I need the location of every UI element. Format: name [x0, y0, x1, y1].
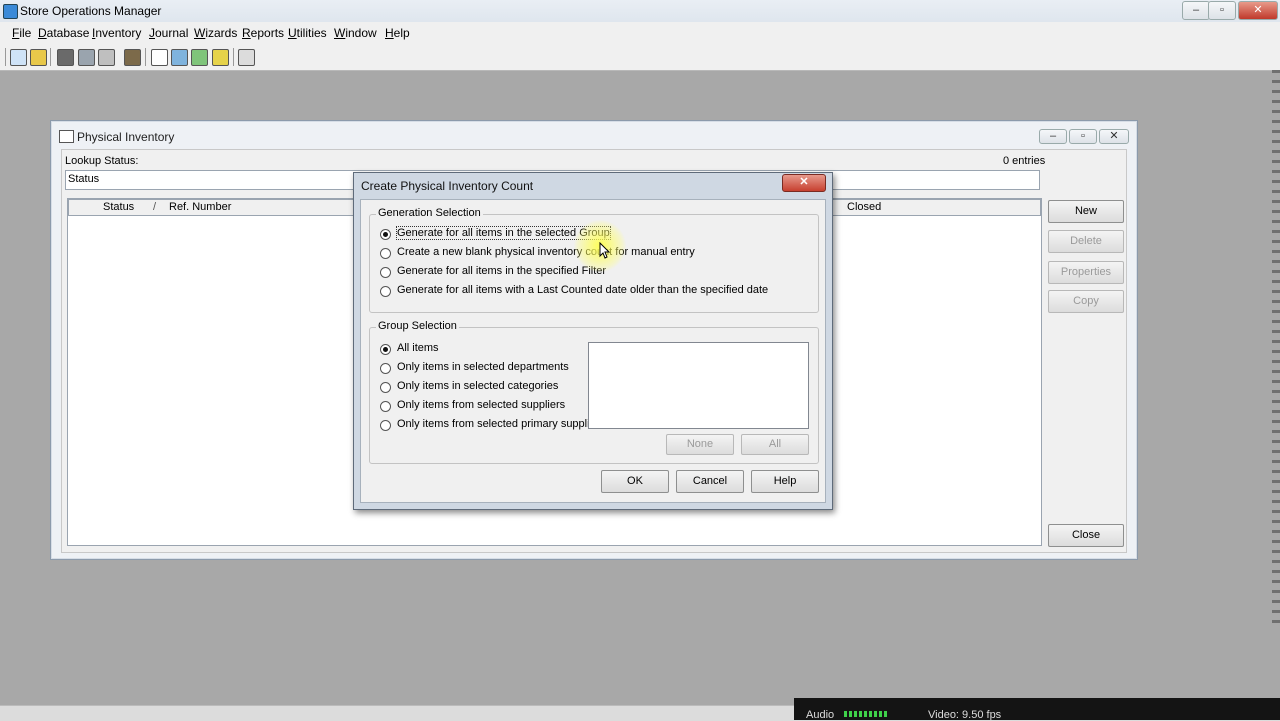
help-button[interactable]: Help — [751, 470, 819, 493]
menu-wizards[interactable]: Wizards — [194, 26, 237, 40]
column-ref-number[interactable]: Ref. Number — [169, 201, 231, 213]
toolbar-grip — [5, 48, 6, 66]
delete-button[interactable]: Delete — [1048, 230, 1124, 253]
group-selection-group: Group Selection All items Only items in … — [369, 320, 819, 464]
app-close-button[interactable]: ✕ — [1238, 1, 1278, 20]
radio-button[interactable] — [380, 401, 391, 412]
pi-minimize-button[interactable]: – — [1039, 129, 1067, 144]
menu-journal[interactable]: Journal — [149, 26, 188, 40]
radio-button[interactable] — [380, 382, 391, 393]
minimize-button[interactable]: – — [1182, 1, 1210, 20]
export-icon[interactable] — [171, 49, 188, 66]
group-option-primary-suppliers-label: Only items from selected primary supplie… — [397, 418, 605, 430]
ok-button[interactable]: OK — [601, 470, 669, 493]
edit-icon[interactable] — [10, 49, 27, 66]
menu-file[interactable]: File — [12, 26, 31, 40]
all-button[interactable]: All — [741, 434, 809, 455]
window-title: Physical Inventory — [77, 130, 175, 144]
box-icon[interactable] — [124, 49, 141, 66]
group-items-list[interactable] — [588, 342, 809, 429]
database-icon[interactable] — [78, 49, 95, 66]
report-icon[interactable] — [238, 49, 255, 66]
menu-help[interactable]: Help — [385, 26, 410, 40]
group-option-suppliers-label: Only items from selected suppliers — [397, 399, 566, 411]
lock-icon[interactable] — [30, 49, 47, 66]
window-icon — [59, 130, 74, 143]
none-button[interactable]: None — [666, 434, 734, 455]
lookup-status-label: Lookup Status: — [65, 155, 139, 167]
column-closed[interactable]: Closed — [847, 201, 881, 213]
recorder-audio-label: Audio — [806, 709, 835, 721]
dialog-title: Create Physical Inventory Count — [361, 179, 534, 193]
radio-button[interactable] — [380, 363, 391, 374]
pi-restore-button[interactable]: ▫ — [1069, 129, 1097, 144]
menu-window[interactable]: Window — [334, 26, 377, 40]
toolbar-separator — [145, 48, 146, 66]
radio-button[interactable] — [380, 420, 391, 431]
radio-button[interactable] — [380, 229, 391, 240]
radio-button[interactable] — [380, 344, 391, 355]
menu-inventory[interactable]: Inventory — [92, 26, 141, 40]
group-option-categories-label: Only items in selected categories — [397, 380, 559, 392]
group-option-all-label: All items — [397, 342, 439, 354]
cancel-button[interactable]: Cancel — [676, 470, 744, 493]
properties-button[interactable]: Properties — [1048, 261, 1124, 284]
toolbar — [0, 44, 1280, 71]
close-button[interactable]: Close — [1048, 524, 1124, 547]
dialog-close-button[interactable]: ✕ — [782, 174, 826, 192]
pi-close-button[interactable]: ✕ — [1099, 129, 1129, 144]
gen-option-filter-label: Generate for all items in the specified … — [397, 265, 607, 277]
radio-button[interactable] — [380, 267, 391, 278]
generation-selection-legend: Generation Selection — [376, 207, 483, 219]
menu-bar: File Database Inventory Journal Wizards … — [0, 22, 1280, 44]
heart-check-icon[interactable] — [57, 49, 74, 66]
gen-option-last-counted-label: Generate for all items with a Last Count… — [397, 284, 769, 296]
pencil-icon[interactable] — [212, 49, 229, 66]
tools-icon[interactable] — [98, 49, 115, 66]
toolbar-separator — [50, 48, 51, 66]
radio-button[interactable] — [380, 286, 391, 297]
lookup-status-value: Status — [68, 173, 100, 185]
sort-indicator: / — [153, 201, 157, 213]
desktop-edge-pattern — [1272, 70, 1280, 630]
app-titlebar: Store Operations Manager – ▫ ✕ — [0, 0, 1280, 22]
radio-button[interactable] — [380, 248, 391, 259]
import-icon[interactable] — [191, 49, 208, 66]
app-icon — [3, 4, 18, 19]
entries-count: 0 entries — [1003, 155, 1046, 167]
recorder-video-label: Video: 9.50 fps — [928, 709, 1002, 721]
restore-button[interactable]: ▫ — [1208, 1, 1236, 20]
group-selection-legend: Group Selection — [376, 320, 459, 332]
gen-option-blank-label: Create a new blank physical inventory co… — [397, 246, 695, 258]
audio-level-meter — [844, 711, 888, 717]
app-title: Store Operations Manager — [20, 4, 162, 18]
new-button[interactable]: New — [1048, 200, 1124, 223]
recorder-overlay: Audio Video: 9.50 fps — [794, 698, 1280, 721]
mouse-cursor-icon — [599, 242, 611, 259]
group-option-departments-label: Only items in selected departments — [397, 361, 569, 373]
document-icon[interactable] — [151, 49, 168, 66]
menu-utilities[interactable]: Utilities — [288, 26, 327, 40]
menu-database[interactable]: Database — [38, 26, 89, 40]
menu-reports[interactable]: Reports — [242, 26, 284, 40]
column-status[interactable]: Status — [103, 201, 134, 213]
copy-button[interactable]: Copy — [1048, 290, 1124, 313]
toolbar-separator — [233, 48, 234, 66]
